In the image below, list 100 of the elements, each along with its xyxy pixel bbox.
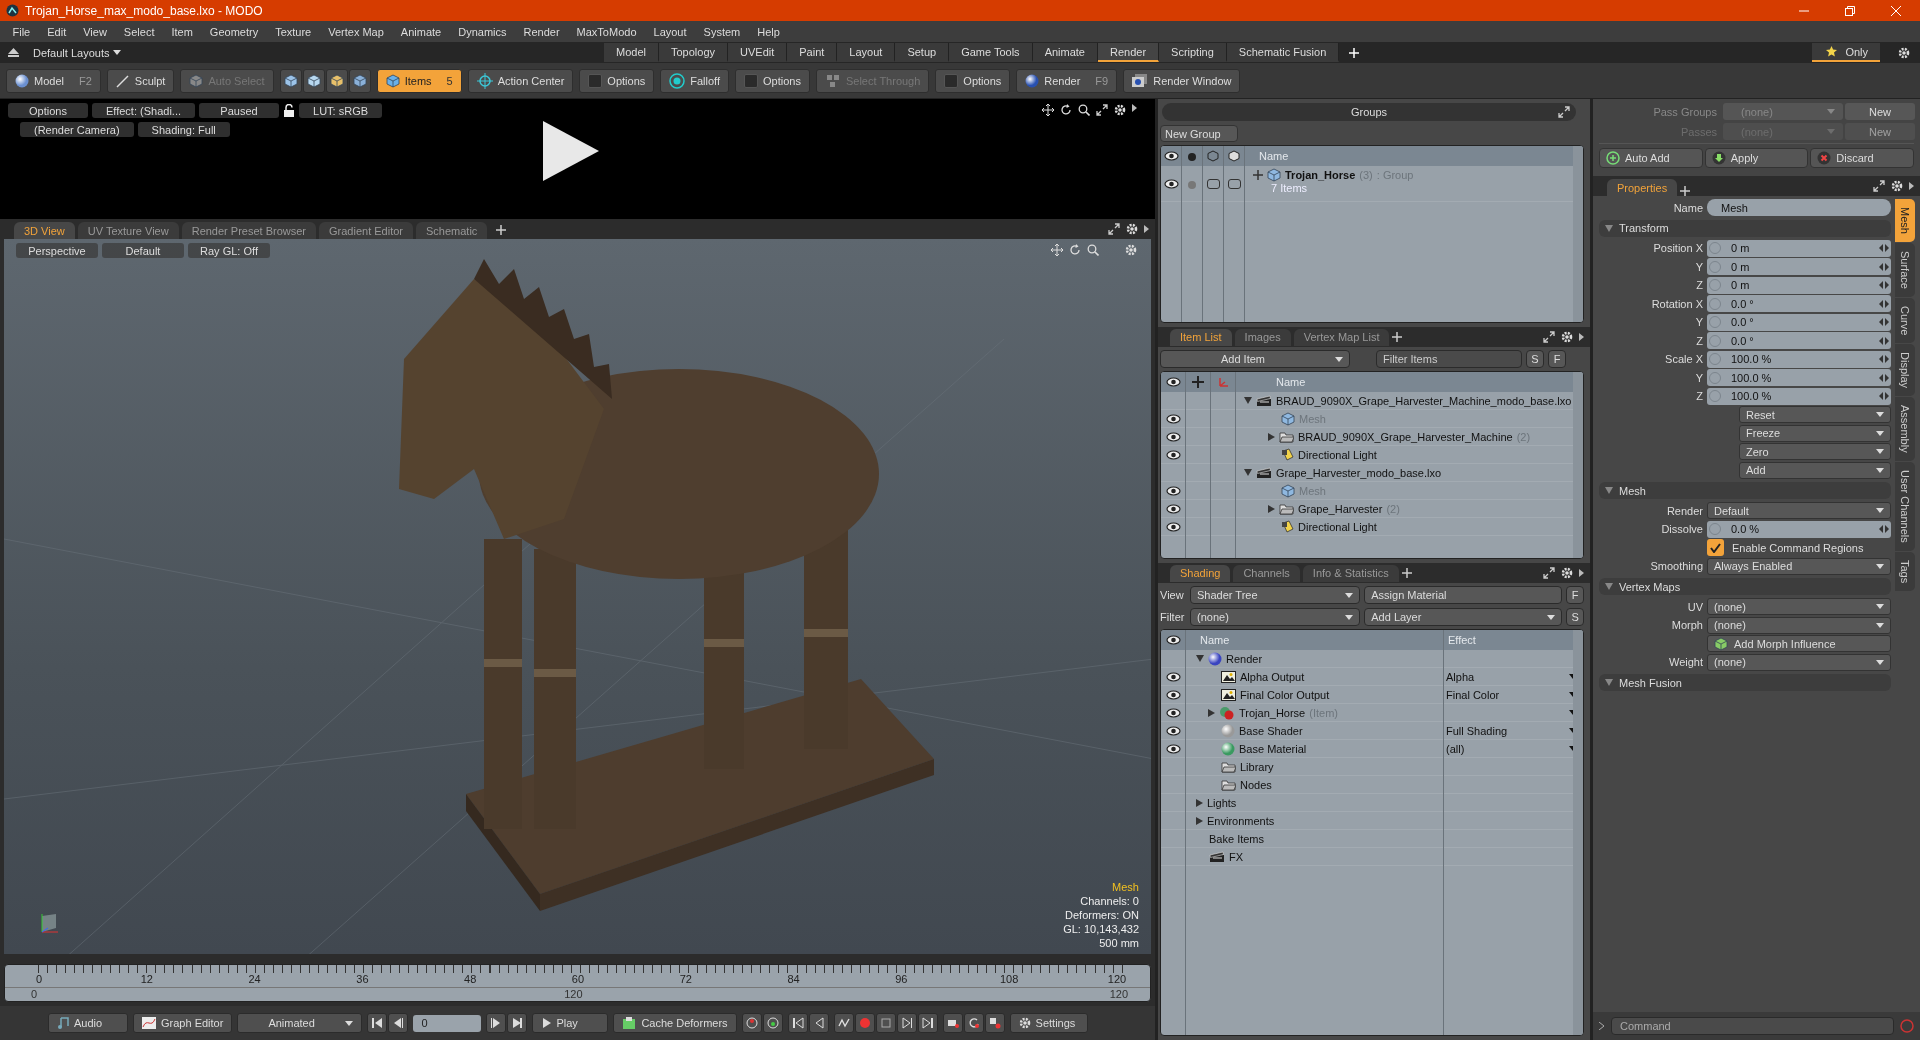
lock-icon[interactable] (283, 104, 295, 117)
layout-tab[interactable]: Game Tools (949, 43, 1033, 62)
preview-option-button[interactable]: Effect: (Shadi... (92, 103, 195, 118)
section-header[interactable]: Mesh Fusion (1599, 674, 1891, 691)
viewport-option-button[interactable]: Ray GL: Off (188, 243, 270, 258)
previous-key-button[interactable] (787, 1013, 808, 1033)
panel-arrow-icon[interactable] (1579, 333, 1584, 341)
search-scope-button[interactable]: S (1566, 608, 1584, 626)
panel-tab[interactable]: Channels (1233, 564, 1300, 582)
maximize-icon[interactable] (1873, 180, 1885, 192)
panel-tab[interactable]: Images (1234, 328, 1291, 346)
number-field[interactable]: 0 m (1707, 276, 1891, 294)
tree-item[interactable]: Bake Items (1209, 832, 1265, 845)
record-button[interactable] (854, 1013, 875, 1033)
settings-icon[interactable] (1018, 1017, 1031, 1029)
expand-triangle-icon[interactable] (1196, 816, 1203, 825)
eye-icon[interactable] (1165, 521, 1181, 532)
menu-item[interactable]: Help (748, 25, 789, 38)
view-dropdown[interactable]: Shader Tree (1190, 586, 1361, 604)
cache-deformers-button[interactable]: Cache Deformers (613, 1013, 737, 1033)
eye-icon[interactable] (1163, 178, 1179, 189)
section-header[interactable]: Transform (1599, 219, 1891, 237)
tree-item[interactable]: Directional Light (1298, 448, 1377, 461)
menu-item[interactable]: MaxToModo (568, 25, 645, 38)
filter-field[interactable]: Filter Items (1376, 350, 1522, 368)
layout-tab[interactable]: Paint (787, 43, 838, 62)
add-icon[interactable] (1392, 332, 1403, 342)
settings-icon[interactable] (1114, 104, 1126, 116)
panel-tab[interactable]: Vertex Map List (1293, 328, 1390, 346)
dropdown[interactable]: Zero (1739, 443, 1891, 461)
play-button[interactable]: Play (532, 1013, 609, 1033)
side-tab[interactable]: Mesh (1895, 199, 1915, 242)
tree-item[interactable]: Trojan_Horse (1285, 169, 1356, 181)
settings-button[interactable]: Settings (1009, 1013, 1088, 1033)
menu-item[interactable]: Render (515, 25, 569, 38)
last-frame-button[interactable] (507, 1013, 528, 1033)
tree-item[interactable]: Grape_Harvester_modo_base.lxo (1276, 466, 1442, 479)
collapse-arrow-icon[interactable] (8, 48, 19, 57)
layout-tab[interactable]: Render (1098, 43, 1160, 62)
previous-key-button[interactable] (808, 1013, 829, 1033)
command-field[interactable]: Command (1611, 1017, 1894, 1035)
layout-tab[interactable]: Setup (895, 43, 950, 62)
tree-item[interactable]: Directional Light (1298, 520, 1377, 533)
pass-action-button[interactable]: Auto Add (1599, 148, 1703, 168)
key-tool-button[interactable] (741, 1013, 762, 1033)
eye-icon[interactable] (1165, 689, 1181, 700)
scrollbar[interactable] (1573, 372, 1583, 558)
tree-item[interactable]: BRAUD_9090X_Grape_Harvester_Machine_modo_base.lxo (1276, 394, 1572, 407)
maximize-icon[interactable] (1543, 567, 1555, 579)
panel-tab[interactable]: Info & Statistics (1302, 564, 1399, 582)
curve-button[interactable] (833, 1013, 854, 1033)
maximize-icon[interactable] (1096, 104, 1108, 116)
menu-item[interactable]: Dynamics (449, 25, 515, 38)
toolbar-button[interactable]: Action Center (467, 68, 574, 93)
select-toggle[interactable] (1227, 178, 1241, 189)
number-field[interactable]: 0.0 % (1707, 520, 1891, 538)
collapse-triangle-icon[interactable] (1244, 397, 1252, 404)
filter-dropdown[interactable]: (none) (1190, 608, 1361, 626)
panel-tab[interactable]: Gradient Editor (319, 222, 413, 239)
graph-editor-button[interactable]: Graph Editor (133, 1013, 233, 1033)
add-layer-dropdown[interactable]: Add Layer (1364, 608, 1563, 626)
eye-icon[interactable] (1165, 725, 1181, 736)
dropdown[interactable]: (none) (1707, 616, 1891, 634)
toolbar-button[interactable]: Sculpt (106, 68, 175, 93)
add-item-button[interactable]: Add Item (1160, 350, 1350, 368)
next-key-button[interactable] (896, 1013, 917, 1033)
first-frame-button[interactable] (367, 1013, 388, 1033)
eye-icon[interactable] (1165, 377, 1181, 387)
eye-icon[interactable] (1165, 743, 1181, 754)
dropdown[interactable]: (none) (1707, 598, 1891, 616)
maximize-icon[interactable] (1543, 331, 1555, 343)
key-button[interactable] (875, 1013, 896, 1033)
menu-item[interactable]: Texture (266, 25, 320, 38)
layout-tab[interactable]: Topology (658, 43, 728, 62)
settings-icon[interactable] (1898, 46, 1910, 59)
maximize-icon[interactable] (1558, 106, 1570, 118)
zoom-icon[interactable] (1078, 104, 1090, 116)
loop-button[interactable] (963, 1013, 984, 1033)
next-frame-button[interactable] (486, 1013, 507, 1033)
play-icon[interactable] (543, 121, 599, 181)
pan-icon[interactable] (1042, 104, 1054, 116)
preview-option-button[interactable]: Paused (199, 103, 279, 118)
number-field[interactable]: 100.0 % (1707, 350, 1891, 368)
camera-key-button[interactable] (942, 1013, 963, 1033)
side-tab[interactable]: Assembly (1895, 397, 1915, 461)
lock-toggle[interactable] (1206, 178, 1220, 189)
expand-triangle-icon[interactable] (1268, 504, 1275, 513)
settings-icon[interactable] (1126, 223, 1138, 235)
toolbar-button[interactable]: Items 5 (376, 68, 462, 93)
panel-tab[interactable]: 3D View (14, 222, 75, 239)
add-icon[interactable] (496, 225, 507, 235)
layout-tab[interactable]: Animate (1032, 43, 1098, 62)
number-field[interactable]: 0.0 ° (1707, 332, 1891, 350)
eye-icon[interactable] (1163, 151, 1179, 161)
tree-item[interactable]: Nodes (1240, 778, 1272, 791)
number-field[interactable]: 0 m (1707, 239, 1891, 257)
eye-icon[interactable] (1165, 449, 1181, 460)
layout-tab[interactable]: Model (604, 43, 659, 62)
layout-tab[interactable]: Layout (837, 43, 896, 62)
tree-item[interactable]: Environments (1207, 814, 1275, 827)
